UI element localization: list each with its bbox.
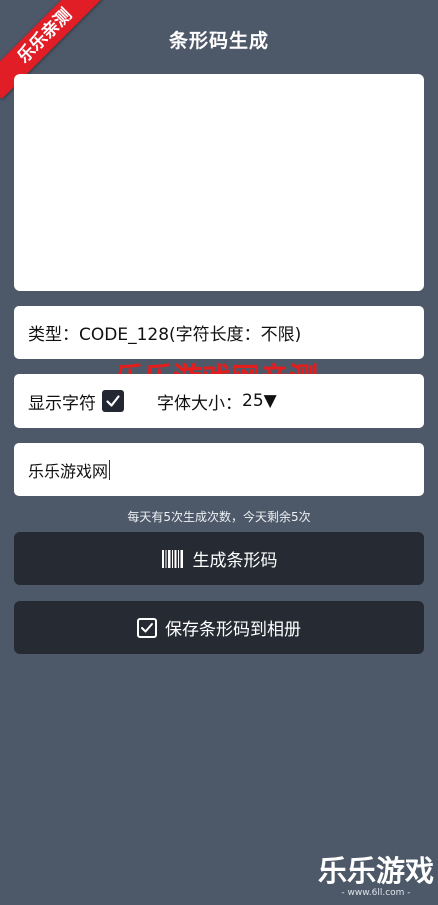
text-caret [109,459,111,480]
generate-barcode-button[interactable]: 生成条形码 [14,532,424,585]
checkmark-icon [106,395,120,407]
barcode-type-selector[interactable]: 类型： CODE_128(字符长度：不限) [14,306,424,359]
generate-button-label: 生成条形码 [192,551,278,571]
brand-watermark-text: 乐乐游戏 [317,854,434,888]
barcode-icon [161,549,185,569]
brand-watermark: 乐乐游戏 - www.6ll.com - [317,854,434,899]
triangle-down-icon: ▼ [263,391,277,411]
type-value: CODE_128(字符长度：不限) [79,325,302,345]
save-button-label: 保存条形码到相册 [165,620,301,640]
display-options: 显示字符 字体大小： 25 ▼ [14,374,424,428]
checkbox-checked-icon [137,617,157,638]
usage-note: 每天有5次生成次数，今天剩余5次 [127,510,311,524]
barcode-content-input[interactable]: 乐乐游戏网 [14,443,424,496]
save-to-album-button[interactable]: 保存条形码到相册 [14,601,424,654]
show-chars-checkbox[interactable] [102,390,124,412]
font-size-value: 25 [242,391,264,411]
input-value: 乐乐游戏网 [28,461,109,481]
barcode-preview [14,74,424,291]
font-size-selector[interactable]: 字体大小： 25 ▼ [157,389,277,414]
page-title: 条形码生成 [168,30,269,52]
type-label: 类型： [28,325,79,345]
font-size-label: 字体大小： [157,393,242,414]
brand-watermark-url: - www.6ll.com - [341,888,411,898]
show-chars-label: 显示字符 [28,393,96,414]
